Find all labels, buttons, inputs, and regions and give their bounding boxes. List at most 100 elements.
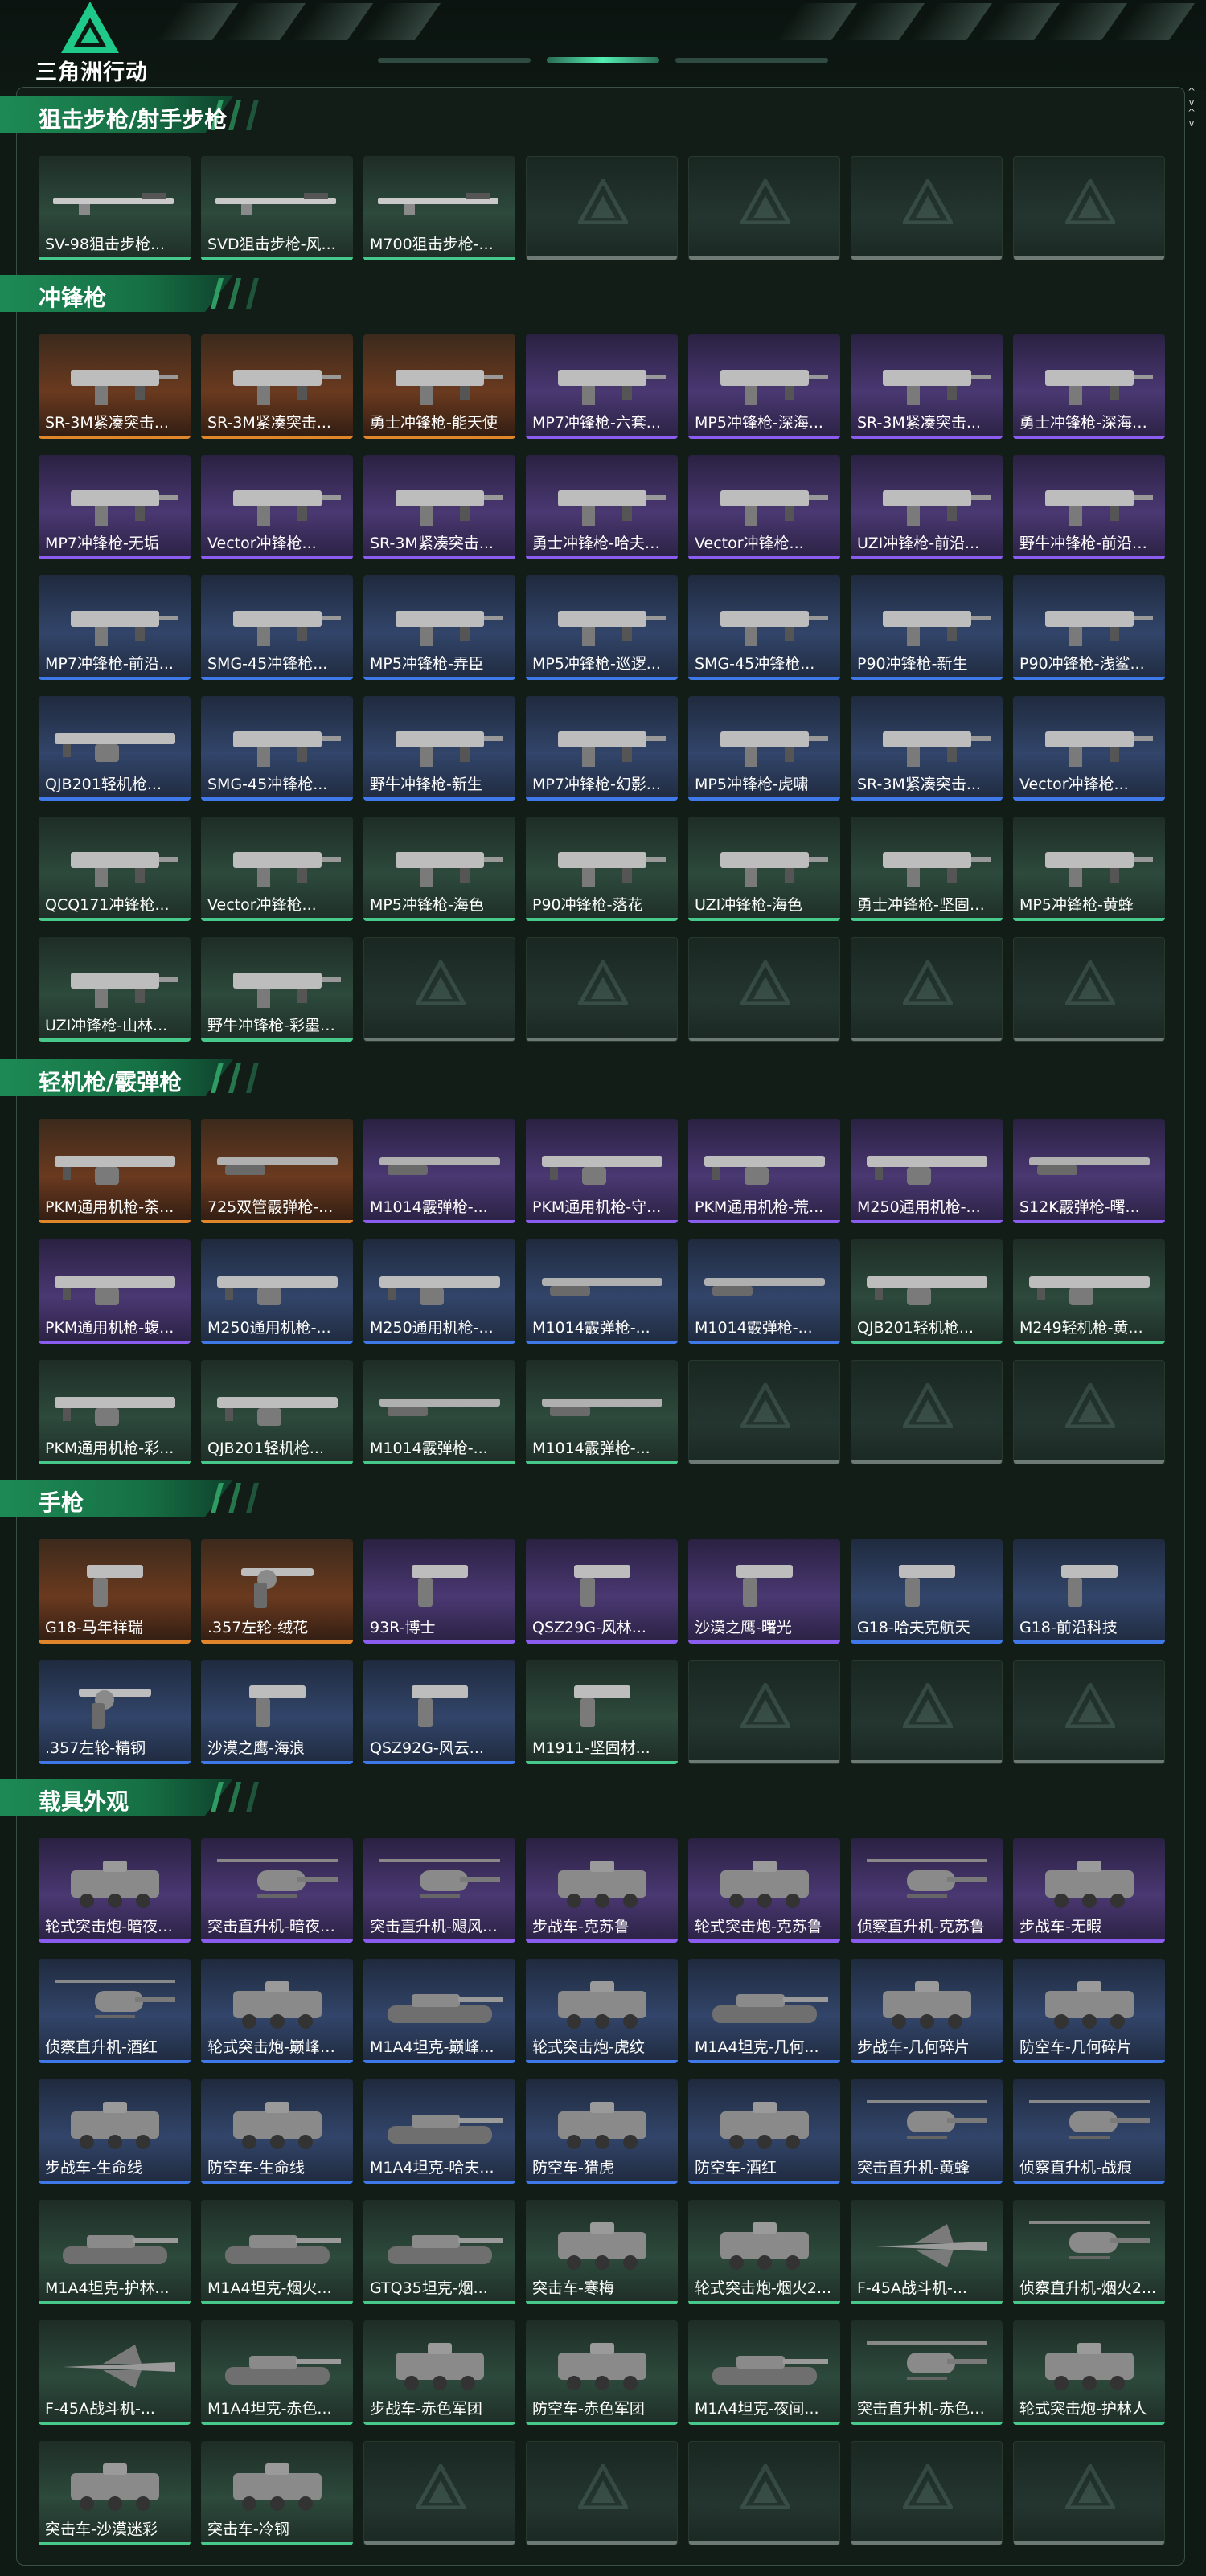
item-card[interactable]: MP5冲锋枪-弄臣 (363, 575, 515, 680)
item-card[interactable]: 野牛冲锋枪-前沿科... (1013, 455, 1165, 559)
item-card[interactable]: M1014霰弹枪-... (363, 1360, 515, 1464)
item-card[interactable]: PKM通用机枪-荼... (39, 1119, 191, 1223)
item-card[interactable]: M1014霰弹枪-... (688, 1239, 840, 1344)
item-card[interactable]: M1A4坦克-烟火... (201, 2200, 353, 2304)
item-card[interactable]: G18-前沿科技 (1013, 1539, 1165, 1644)
item-card[interactable]: SV-98狙击步枪... (39, 156, 191, 260)
item-card[interactable]: 沙漠之鹰-海浪 (201, 1660, 353, 1764)
item-card[interactable]: UZI冲锋枪-山林... (39, 937, 191, 1042)
item-card[interactable]: PKM通用机枪-荒... (688, 1119, 840, 1223)
item-card[interactable]: M250通用机枪-... (201, 1239, 353, 1344)
item-card[interactable]: Vector冲锋枪... (201, 817, 353, 921)
item-card[interactable]: 步战车-赤色军团 (363, 2320, 515, 2425)
item-card[interactable]: QJB201轻机枪... (39, 696, 191, 801)
item-card[interactable]: MP5冲锋枪-深海... (688, 334, 840, 439)
item-card[interactable]: M1014霰弹枪-... (363, 1119, 515, 1223)
item-card[interactable]: 防空车-酒红 (688, 2079, 840, 2184)
item-card[interactable]: PKM通用机枪-彩... (39, 1360, 191, 1464)
item-card[interactable]: 突击直升机-飓风行... (363, 1838, 515, 1943)
item-card[interactable]: QCQ171冲锋枪... (39, 817, 191, 921)
item-card[interactable]: SVD狙击步枪-风... (201, 156, 353, 260)
item-card[interactable]: 防空车-生命线 (201, 2079, 353, 2184)
item-card[interactable]: 突击直升机-赤色军... (851, 2320, 1003, 2425)
item-card[interactable]: GTQ35坦克-烟... (363, 2200, 515, 2304)
item-card[interactable]: M1A4坦克-夜间... (688, 2320, 840, 2425)
item-card[interactable]: 侦察直升机-战痕 (1013, 2079, 1165, 2184)
item-card[interactable]: UZI冲锋枪-前沿... (851, 455, 1003, 559)
item-card[interactable]: Vector冲锋枪... (688, 455, 840, 559)
item-card[interactable]: 防空车-赤色军团 (526, 2320, 678, 2425)
item-card[interactable]: 突击车-冷钢 (201, 2441, 353, 2545)
item-card[interactable]: SR-3M紧凑突击... (851, 334, 1003, 439)
item-card[interactable]: SR-3M紧凑突击... (201, 334, 353, 439)
item-card[interactable]: SMG-45冲锋枪... (201, 575, 353, 680)
item-card[interactable]: 步战车-无暇 (1013, 1838, 1165, 1943)
item-card[interactable]: 野牛冲锋枪-新生 (363, 696, 515, 801)
item-card[interactable]: SMG-45冲锋枪... (201, 696, 353, 801)
item-card[interactable]: QSZ92G-风云... (363, 1660, 515, 1764)
item-card[interactable]: 野牛冲锋枪-彩墨喷... (201, 937, 353, 1042)
item-card[interactable]: M1A4坦克-护林... (39, 2200, 191, 2304)
item-card[interactable]: 轮式突击炮-克苏鲁 (688, 1838, 840, 1943)
item-card[interactable]: SR-3M紧凑突击... (851, 696, 1003, 801)
item-card[interactable]: SR-3M紧凑突击... (39, 334, 191, 439)
item-card[interactable]: 突击直升机-黄蜂 (851, 2079, 1003, 2184)
item-card[interactable]: 步战车-几何碎片 (851, 1959, 1003, 2063)
item-card[interactable]: M250通用机枪-... (363, 1239, 515, 1344)
item-card[interactable]: 突击直升机-暗夜行... (201, 1838, 353, 1943)
item-card[interactable]: G18-马年祥瑞 (39, 1539, 191, 1644)
item-card[interactable]: Vector冲锋枪... (201, 455, 353, 559)
item-card[interactable]: P90冲锋枪-浅鲨... (1013, 575, 1165, 680)
item-card[interactable]: P90冲锋枪-新生 (851, 575, 1003, 680)
item-card[interactable]: QSZ29G-风林... (526, 1539, 678, 1644)
item-card[interactable]: 防空车-猎虎 (526, 2079, 678, 2184)
item-card[interactable]: 突击车-沙漠迷彩 (39, 2441, 191, 2545)
item-card[interactable]: MP7冲锋枪-前沿... (39, 575, 191, 680)
item-card[interactable]: M1A4坦克-赤色... (201, 2320, 353, 2425)
item-card[interactable]: 突击车-寒梅 (526, 2200, 678, 2304)
item-card[interactable]: .357左轮-精钢 (39, 1660, 191, 1764)
item-card[interactable]: 侦察直升机-酒红 (39, 1959, 191, 2063)
item-card[interactable]: 沙漠之鹰-曙光 (688, 1539, 840, 1644)
item-card[interactable]: QJB201轻机枪... (201, 1360, 353, 1464)
item-card[interactable]: 勇士冲锋枪-坚固材... (851, 817, 1003, 921)
item-card[interactable]: 轮式突击炮-暗夜行... (39, 1838, 191, 1943)
item-card[interactable]: 轮式突击炮-虎纹 (526, 1959, 678, 2063)
item-card[interactable]: SR-3M紧凑突击... (363, 455, 515, 559)
item-card[interactable]: 防空车-几何碎片 (1013, 1959, 1165, 2063)
item-card[interactable]: 勇士冲锋枪-哈夫克... (526, 455, 678, 559)
item-card[interactable]: PKM通用机枪-守... (526, 1119, 678, 1223)
item-card[interactable]: MP5冲锋枪-巡逻... (526, 575, 678, 680)
item-card[interactable]: 侦察直升机-烟火2... (1013, 2200, 1165, 2304)
item-card[interactable]: MP7冲锋枪-幻影... (526, 696, 678, 801)
item-card[interactable]: Vector冲锋枪... (1013, 696, 1165, 801)
item-card[interactable]: G18-哈夫克航天 (851, 1539, 1003, 1644)
item-card[interactable]: 步战车-生命线 (39, 2079, 191, 2184)
item-card[interactable]: F-45A战斗机-... (851, 2200, 1003, 2304)
item-card[interactable]: 轮式突击炮-巅峰竞... (201, 1959, 353, 2063)
item-card[interactable]: MP5冲锋枪-虎啸 (688, 696, 840, 801)
item-card[interactable]: P90冲锋枪-落花 (526, 817, 678, 921)
item-card[interactable]: MP5冲锋枪-黄蜂 (1013, 817, 1165, 921)
item-card[interactable]: M249轻机枪-黄... (1013, 1239, 1165, 1344)
item-card[interactable]: 勇士冲锋枪-深海恐... (1013, 334, 1165, 439)
item-card[interactable]: M1014霰弹枪-... (526, 1360, 678, 1464)
item-card[interactable]: 侦察直升机-克苏鲁 (851, 1838, 1003, 1943)
item-card[interactable]: M1A4坦克-哈夫... (363, 2079, 515, 2184)
scroll-indicator[interactable]: ^ v ^ v (1185, 87, 1198, 129)
item-card[interactable]: .357左轮-绒花 (201, 1539, 353, 1644)
item-card[interactable]: M1014霰弹枪-... (526, 1239, 678, 1344)
item-card[interactable]: M1A4坦克-几何... (688, 1959, 840, 2063)
item-card[interactable]: S12K霰弹枪-曙... (1013, 1119, 1165, 1223)
item-card[interactable]: MP7冲锋枪-无垢 (39, 455, 191, 559)
item-card[interactable]: M250通用机枪-... (851, 1119, 1003, 1223)
item-card[interactable]: 勇士冲锋枪-能天使 (363, 334, 515, 439)
item-card[interactable]: 步战车-克苏鲁 (526, 1838, 678, 1943)
item-card[interactable]: M1911-坚固材... (526, 1660, 678, 1764)
item-card[interactable]: M1A4坦克-巅峰... (363, 1959, 515, 2063)
item-card[interactable]: 轮式突击炮-烟火2... (688, 2200, 840, 2304)
item-card[interactable]: F-45A战斗机-... (39, 2320, 191, 2425)
item-card[interactable]: QJB201轻机枪... (851, 1239, 1003, 1344)
item-card[interactable]: SMG-45冲锋枪... (688, 575, 840, 680)
item-card[interactable]: MP7冲锋枪-六套... (526, 334, 678, 439)
